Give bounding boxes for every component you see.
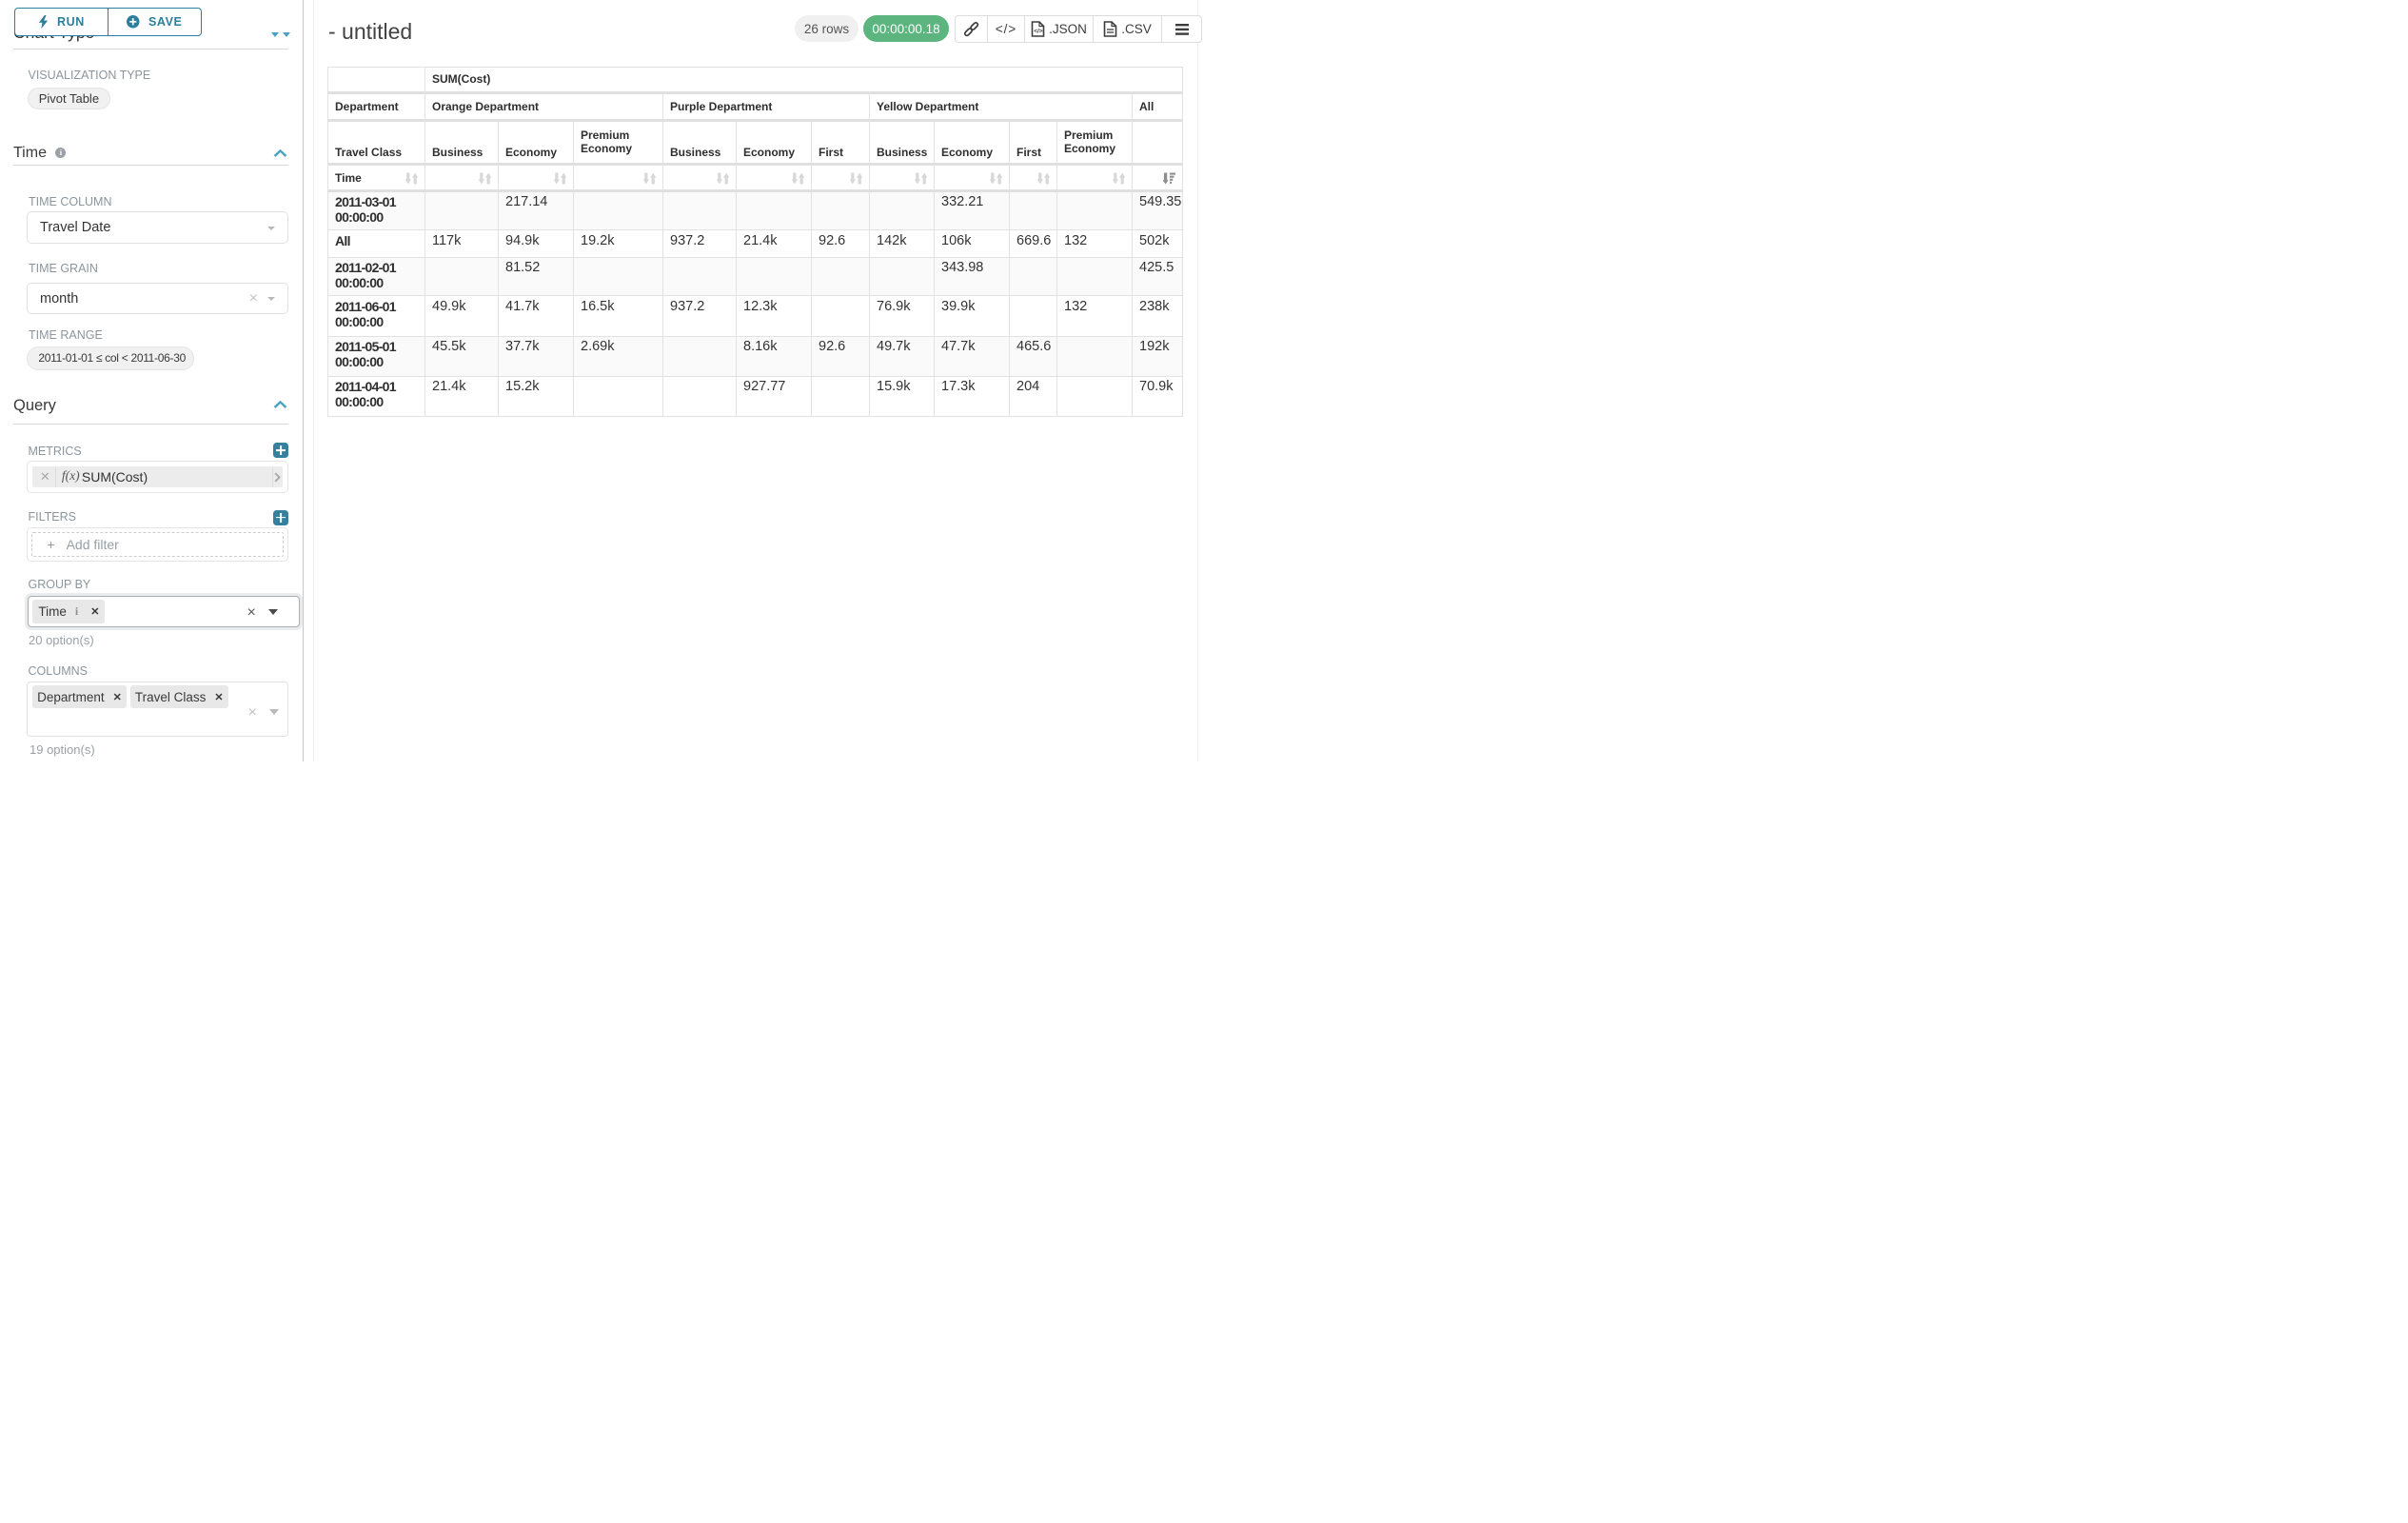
svg-text:</>: </> xyxy=(1034,29,1043,35)
